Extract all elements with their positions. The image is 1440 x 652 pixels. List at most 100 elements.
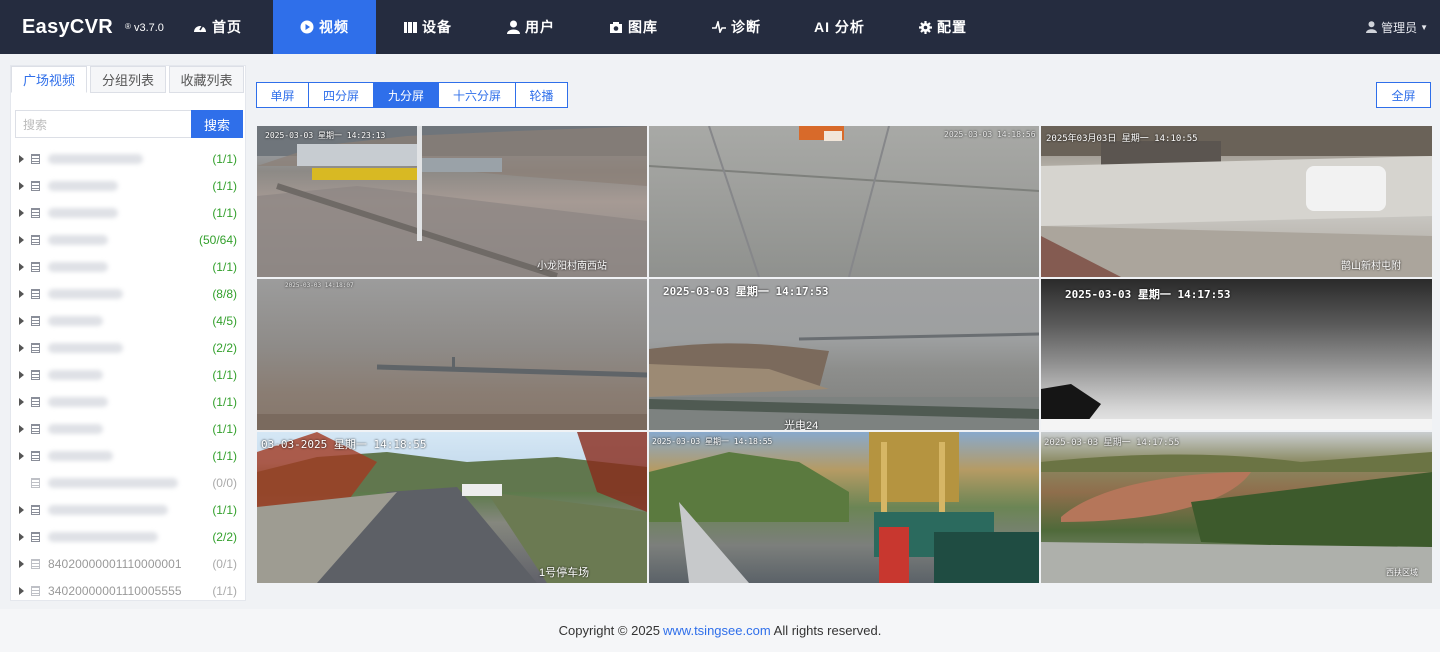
tree-node[interactable]: (8/8) [11,280,246,307]
caret-right-icon[interactable] [11,182,29,190]
nav-video[interactable]: 视频 [273,0,376,54]
video-player[interactable]: 2025-03-03 星期一 14:17:53 [1041,279,1432,430]
split-mode-button[interactable]: 十六分屏 [439,82,516,108]
channel-count: (50/64) [199,233,237,247]
device-icon [31,397,40,407]
tree-node[interactable]: (1/1) [11,172,246,199]
dashboard-icon [193,20,207,34]
split-mode-button[interactable]: 轮播 [516,82,568,108]
video-player[interactable]: 03-03-2025 星期一 14:18:55 1号停车场 [257,432,647,583]
caret-right-icon[interactable] [11,452,29,460]
tree-node-label: 84020000001110000001 [48,557,182,571]
nav-device[interactable]: 设备 [376,0,479,54]
app-version: ®v3.7.0 [125,22,164,34]
channel-count: (1/1) [212,152,237,166]
caret-right-icon[interactable] [11,560,29,568]
copyright-text: Copyright © 2025 [559,623,660,638]
video-player[interactable]: 2025年03月03日 星期一 14:10:55 鹊山新村屯附 [1041,126,1432,277]
redacted-label [48,451,113,461]
caret-right-icon[interactable] [11,344,29,352]
caret-right-icon[interactable] [11,317,29,325]
caret-right-icon[interactable] [11,209,29,217]
nav-ai-analysis[interactable]: AI 分析 [788,0,891,54]
caret-right-icon[interactable] [11,506,29,514]
channel-count: (1/1) [212,422,237,436]
search-button[interactable]: 搜索 [191,110,243,138]
caret-right-icon[interactable] [11,533,29,541]
caret-right-icon[interactable] [11,236,29,244]
split-mode-button[interactable]: 九分屏 [374,82,439,108]
tree-node[interactable]: (2/2) [11,523,246,550]
tree-node[interactable]: (1/1) [11,145,246,172]
split-mode-group: 单屏四分屏九分屏十六分屏轮播 [256,82,568,108]
caret-shape [19,506,24,514]
channel-count: (1/1) [212,584,237,598]
tree-node[interactable]: (1/1) [11,199,246,226]
split-mode-button[interactable]: 单屏 [256,82,309,108]
video-player[interactable]: 2025-03-03 14:18:56 [649,126,1039,277]
tab-favorites[interactable]: 收藏列表 [169,66,244,93]
caret-right-icon[interactable] [11,479,29,487]
tab-square-video[interactable]: 广场视频 [11,66,87,93]
nav-user[interactable]: 用户 [479,0,582,54]
caret-shape [19,452,24,460]
nav-diagnose[interactable]: 诊断 [685,0,788,54]
tree-node[interactable]: (1/1) [11,415,246,442]
tree-node[interactable]: (4/5) [11,307,246,334]
channel-count: (0/0) [212,476,237,490]
server-icon [403,20,417,34]
tree-node[interactable]: (1/1) [11,496,246,523]
tab-group-list[interactable]: 分组列表 [90,66,166,93]
nav-config[interactable]: 配置 [891,0,994,54]
video-player[interactable]: 2025-03-03 星期一 14:17:55 西扶区域 [1041,432,1432,583]
tree-node[interactable]: 84020000001110000001(0/1) [11,550,246,577]
channel-count: (2/2) [212,530,237,544]
nav-gallery[interactable]: 图库 [582,0,685,54]
tree-node[interactable]: (2/2) [11,334,246,361]
tree-node[interactable]: (1/1) [11,361,246,388]
rights-text: All rights reserved. [774,623,882,638]
redacted-label [48,181,118,191]
redacted-label [48,397,108,407]
caret-right-icon[interactable] [11,587,29,595]
search-input[interactable]: 搜索 [15,110,191,138]
channel-count: (1/1) [212,179,237,193]
user-icon [1364,20,1378,34]
video-player[interactable]: 2025-03-03 14:18:07 [257,279,647,430]
caret-shape [19,371,24,379]
caret-shape [19,155,24,163]
caret-shape [19,182,24,190]
tree-node[interactable]: 34020000001110005555(1/1) [11,577,246,601]
caret-shape [19,317,24,325]
nav-home[interactable]: 首页 [193,0,242,54]
caret-shape [19,425,24,433]
caret-shape [19,290,24,298]
caret-right-icon[interactable] [11,263,29,271]
caret-right-icon[interactable] [11,398,29,406]
caret-right-icon[interactable] [11,155,29,163]
user-menu[interactable]: 管理员 ▼ [1364,0,1428,54]
device-icon [31,424,40,434]
caret-right-icon[interactable] [11,290,29,298]
tree-node[interactable]: (1/1) [11,388,246,415]
caret-right-icon[interactable] [11,425,29,433]
tree-node[interactable]: (1/1) [11,442,246,469]
video-player[interactable]: 2025-03-03 星期一 14:23:13 小龙阳村南西站 [257,126,647,277]
device-icon [31,505,40,515]
redacted-label [48,154,143,164]
channel-count: (1/1) [212,206,237,220]
fullscreen-button[interactable]: 全屏 [1376,82,1431,108]
website-link[interactable]: www.tsingsee.com [663,623,771,638]
tree-node[interactable]: (1/1) [11,253,246,280]
video-player[interactable]: 2025-03-03 星期一 14:18:55 [649,432,1039,583]
device-tree: (1/1)(1/1)(1/1)(50/64)(1/1)(8/8)(4/5)(2/… [11,145,246,601]
tree-node[interactable]: (0/0) [11,469,246,496]
split-mode-button[interactable]: 四分屏 [309,82,374,108]
tree-node[interactable]: (50/64) [11,226,246,253]
caret-shape [19,344,24,352]
caret-right-icon[interactable] [11,371,29,379]
video-player[interactable]: 2025-03-03 星期一 14:17:53 光电24 [649,279,1039,430]
video-frame [257,279,647,430]
pulse-icon [712,20,726,34]
device-icon [31,478,40,488]
